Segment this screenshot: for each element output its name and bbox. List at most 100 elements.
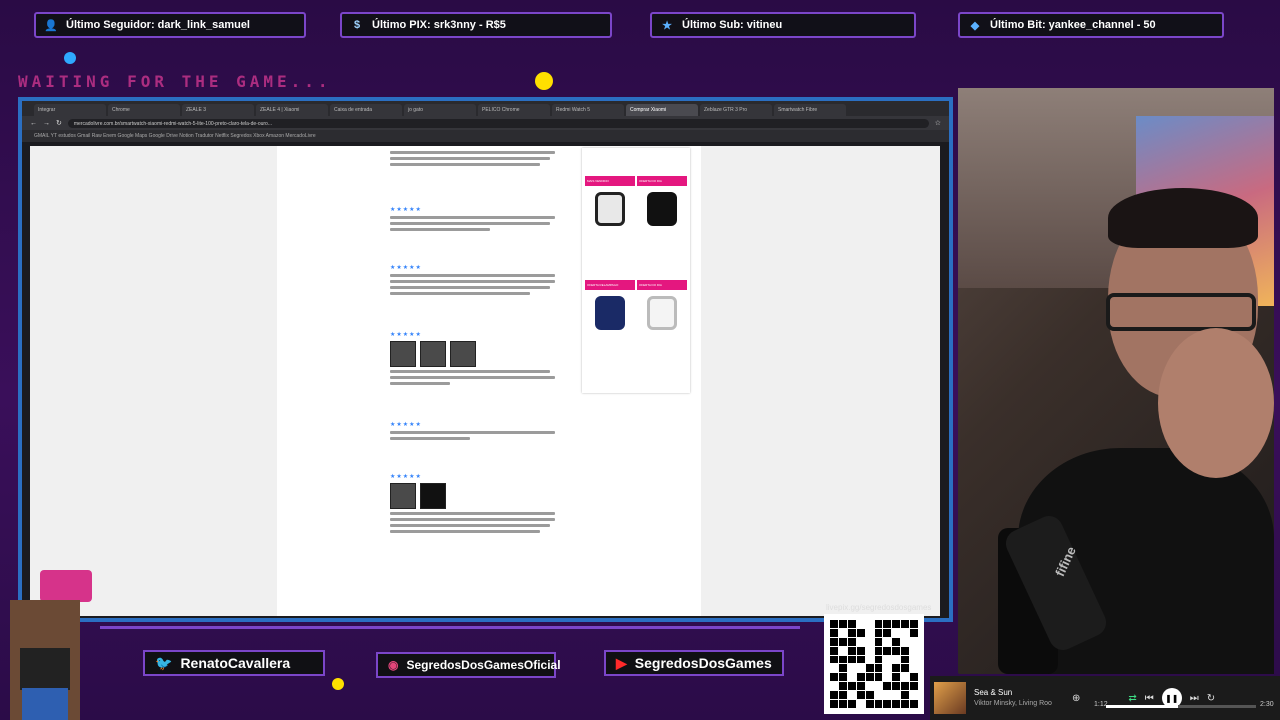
qr-module <box>901 673 910 682</box>
qr-module <box>856 628 865 637</box>
qr-module <box>874 637 883 646</box>
browser-tab[interactable]: Zeblaze GTR 3 Pro <box>700 104 772 116</box>
twitter-icon: 🐦 <box>155 654 173 671</box>
qr-module <box>901 646 910 655</box>
browser-tab[interactable]: Integrar <box>34 104 106 116</box>
review-photo[interactable] <box>390 341 416 367</box>
repeat-icon[interactable]: ↻ <box>1207 693 1215 704</box>
qr-module <box>856 673 865 682</box>
shuffle-icon[interactable]: ⇄ <box>1128 693 1136 704</box>
bookmarks-bar[interactable]: GMAIL YT estudos Gmail Raw Enem Google M… <box>22 130 949 142</box>
browser-tab[interactable]: ZEALE 3 <box>182 104 254 116</box>
rating-stars: ★★★★★ <box>390 422 422 428</box>
streamer-glasses <box>1106 293 1256 331</box>
qr-module <box>892 628 901 637</box>
qr-module <box>838 637 847 646</box>
browser-tab[interactable]: PELICO Chrome <box>478 104 550 116</box>
qr-module <box>901 655 910 664</box>
qr-module <box>830 637 838 646</box>
browser-tab[interactable]: Caixa de entrada <box>330 104 402 116</box>
last-pix-text: Último PIX: srk3nny - R$5 <box>372 19 506 31</box>
qr-module <box>883 682 892 691</box>
review-photo[interactable] <box>420 483 446 509</box>
qr-module <box>847 628 856 637</box>
qr-module <box>847 620 856 628</box>
browser-tab[interactable]: Smartwatch Fibre <box>774 104 846 116</box>
qr-module <box>910 700 918 708</box>
bookmark-star-icon[interactable]: ☆ <box>935 119 941 127</box>
qr-module <box>830 673 838 682</box>
qr-module <box>838 620 847 628</box>
diamond-icon: ◆ <box>970 19 980 32</box>
address-field[interactable]: mercadolivre.com.br/smartwatch-xiaomi-re… <box>67 118 929 128</box>
star-icon: ★ <box>662 19 672 32</box>
browser-tab[interactable]: Redmi Watch 5 <box>552 104 624 116</box>
browser-tab-active[interactable]: Comprar Xiaomi <box>626 104 698 116</box>
review-photo[interactable] <box>420 341 446 367</box>
qr-module <box>874 700 883 708</box>
review-photos <box>390 341 560 367</box>
qr-module <box>838 628 847 637</box>
track-info: Sea & Sun Viktor Minsky, Living Roo <box>974 687 1064 709</box>
qr-module <box>901 682 910 691</box>
back-icon[interactable]: ← <box>30 120 37 127</box>
decor-dot-blue <box>64 52 76 64</box>
qr-module <box>883 691 892 700</box>
add-icon[interactable]: ⊕ <box>1072 693 1080 704</box>
browser-capture: Integrar Chrome ZEALE 3 ZEALE 4 | Xiaomi… <box>18 97 953 622</box>
waiting-banner: WAITING FOR THE GAME... <box>18 72 332 91</box>
youtube-handle: ▶ SegredosDosGames <box>604 650 784 676</box>
qr-module <box>910 628 918 637</box>
qr-module <box>847 664 856 673</box>
streamer-hair <box>1108 188 1258 248</box>
last-bit-alert: ◆ Último Bit: yankee_channel - 50 <box>958 12 1224 38</box>
browser-tab[interactable]: Chrome <box>108 104 180 116</box>
qr-module <box>865 673 874 682</box>
product-card[interactable]: MAIS VENDIDO <box>585 176 635 276</box>
qr-module <box>910 673 918 682</box>
qr-module <box>892 637 901 646</box>
qr-module <box>838 700 847 708</box>
product-card[interactable]: OFERTA RELAMPAGO <box>585 280 635 380</box>
qr-module <box>856 700 865 708</box>
qr-module <box>856 637 865 646</box>
last-follower-text: Último Seguidor: dark_link_samuel <box>66 19 250 31</box>
qr-module <box>892 655 901 664</box>
product-image <box>647 296 677 330</box>
browser-tab[interactable]: ZEALE 4 | Xiaomi <box>256 104 328 116</box>
divider-line <box>100 626 800 629</box>
product-card[interactable]: OFERTA DO DIA <box>637 176 687 276</box>
qr-module <box>883 628 892 637</box>
qr-module <box>830 620 838 628</box>
reload-icon[interactable]: ↻ <box>56 119 62 127</box>
review-photos <box>390 483 560 509</box>
product-tag: OFERTA RELAMPAGO <box>585 280 635 290</box>
next-icon[interactable]: ⏭ <box>1190 693 1199 704</box>
product-image <box>595 192 625 226</box>
qr-module <box>838 691 847 700</box>
qr-module <box>883 700 892 708</box>
rating-stars: ★★★★★ <box>390 474 422 480</box>
qr-module <box>883 620 892 628</box>
product-tag: MAIS VENDIDO <box>585 176 635 186</box>
forward-icon[interactable]: → <box>43 120 50 127</box>
qr-module <box>874 628 883 637</box>
twitter-handle: 🐦 RenatoCavallera <box>143 650 325 676</box>
product-card[interactable]: OFERTA DO DIA <box>637 280 687 380</box>
qr-module <box>874 664 883 673</box>
progress-bar[interactable] <box>1106 705 1256 708</box>
qr-module <box>910 620 918 628</box>
qr-module <box>892 700 901 708</box>
qr-module <box>874 673 883 682</box>
qr-module <box>901 700 910 708</box>
qr-module <box>838 682 847 691</box>
browser-tab[interactable]: jo gato <box>404 104 476 116</box>
previous-icon[interactable]: ⏮ <box>1145 693 1154 704</box>
qr-caption: livepix.gg/segredosdosgames <box>826 603 932 612</box>
product-image <box>647 192 677 226</box>
review-photo[interactable] <box>450 341 476 367</box>
last-follower-alert: 👤 Último Seguidor: dark_link_samuel <box>34 12 306 38</box>
youtube-handle-text: SegredosDosGames <box>634 655 772 671</box>
review-photo[interactable] <box>390 483 416 509</box>
qr-module <box>883 673 892 682</box>
